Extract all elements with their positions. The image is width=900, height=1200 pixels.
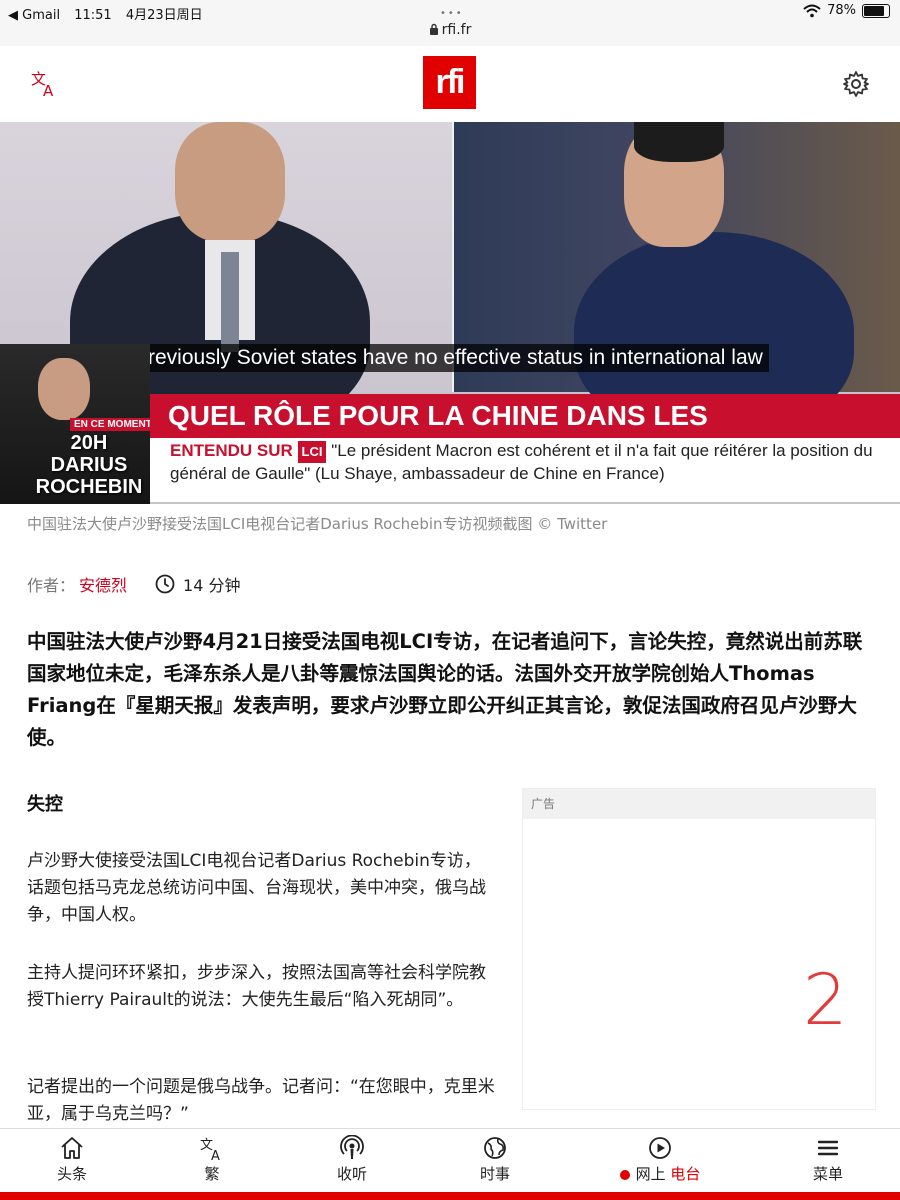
handwritten-annotation: 2 <box>803 959 848 1041</box>
ad-label: 广告 <box>523 789 875 819</box>
article-lead: 中国驻法大使卢沙野4月21日接受法国电视LCI专访，在记者追问下，言论失控，竟然… <box>27 630 863 749</box>
author-link[interactable]: 安德烈 <box>79 572 127 596</box>
translate-icon[interactable]: 文 A <box>30 68 60 98</box>
ambassador-tie <box>221 252 239 352</box>
svg-text:A: A <box>43 82 54 98</box>
multitask-dots-icon[interactable]: ••• <box>440 8 464 19</box>
tab-menu[interactable]: 菜单 <box>773 1135 883 1184</box>
paragraph: 主持人提问环环紧扣，步步深入，按照法国高等社会科学院教授Thierry Pair… <box>27 963 486 1010</box>
paragraph: 记者提出的一个问题是俄乌战争。记者问：“在您眼中，克里米亚，属于乌克兰吗？” <box>27 1077 495 1124</box>
play-circle-icon <box>649 1137 671 1159</box>
tab-headlines[interactable]: 头条 <box>17 1135 127 1184</box>
article-hero-image: Previously Soviet states have no effecti… <box>0 122 900 504</box>
svg-text:A: A <box>211 1149 220 1161</box>
article-meta: 作者： 安德烈 14 分钟 <box>27 572 240 596</box>
lower-third-headline: QUEL RÔLE POUR LA CHINE DANS LES NÉGOCIA… <box>150 394 900 475</box>
paragraph: 卢沙野大使接受法国LCI电视台记者Darius Rochebin专访，话题包括马… <box>27 851 486 925</box>
status-bar: ◀ Gmail 11:51 4月23日周日 ••• rfi.fr 78% <box>0 0 900 46</box>
menu-icon <box>817 1140 839 1156</box>
back-to-app-link[interactable]: ◀ Gmail <box>8 8 60 23</box>
anchor-name: 20H DARIUS ROCHEBIN <box>35 432 143 498</box>
clock-icon <box>155 574 175 594</box>
author-label: 作者： <box>27 576 76 595</box>
battery-percent: 78% <box>827 3 856 18</box>
translate-icon: 文 A <box>200 1138 220 1161</box>
url-text: rfi.fr <box>441 22 472 38</box>
tab-label: 繁 <box>204 1165 220 1183</box>
tab-label: 头条 <box>56 1165 87 1183</box>
reading-time: 14 分钟 <box>183 576 241 595</box>
tab-label-b: 电台 <box>670 1165 701 1183</box>
rfi-logo[interactable]: rfi <box>423 56 476 109</box>
address-bar[interactable]: rfi.fr <box>0 22 900 38</box>
status-right: 78% <box>803 3 890 18</box>
app-header: 文 A rfi <box>0 46 900 123</box>
bottom-tab-bar: 头条 文 A 繁 收听 时事 网上 电台 菜单 <box>0 1128 900 1193</box>
battery-fill <box>864 5 885 16</box>
status-date: 4月23日周日 <box>125 8 203 23</box>
heard-on-label: ENTENDU SUR <box>170 441 293 460</box>
channel-badge: LCI <box>297 441 327 463</box>
ad-slot[interactable]: 广告 2 <box>522 788 876 1110</box>
tab-label: 时事 <box>479 1165 510 1183</box>
interviewer-hair <box>634 122 724 162</box>
anchor-face <box>38 358 90 420</box>
podcast-icon <box>340 1135 364 1159</box>
tab-traditional[interactable]: 文 A 繁 <box>157 1135 267 1184</box>
status-left: ◀ Gmail 11:51 4月23日周日 <box>8 4 213 23</box>
bottom-accent-bar <box>0 1192 900 1200</box>
tab-live-radio[interactable]: 网上 电台 <box>605 1135 715 1184</box>
lower-third-quote: ENTENDU SUR LCI "Le président Macron est… <box>170 440 890 485</box>
tab-listen[interactable]: 收听 <box>297 1135 407 1184</box>
image-caption: 中国驻法大使卢沙野接受法国LCI电视台记者Darius Rochebin专访视频… <box>27 515 608 533</box>
tab-label: 收听 <box>336 1165 367 1183</box>
tab-label: 菜单 <box>812 1165 843 1183</box>
tab-current-affairs[interactable]: 时事 <box>440 1135 550 1184</box>
wifi-icon <box>803 4 821 17</box>
tab-label-a: 网上 <box>635 1165 666 1183</box>
status-time: 11:51 <box>74 8 112 23</box>
section-heading: 失控 <box>27 794 63 815</box>
lock-icon <box>429 23 438 35</box>
gear-icon[interactable] <box>842 70 870 98</box>
video-subtitle: Previously Soviet states have no effecti… <box>128 344 769 372</box>
globe-icon <box>484 1137 506 1159</box>
live-dot-icon <box>619 1169 630 1180</box>
home-icon <box>61 1137 83 1159</box>
anchor-tag: EN CE MOMENT <box>70 418 156 431</box>
battery-icon <box>862 3 890 18</box>
ambassador-face <box>175 122 285 242</box>
